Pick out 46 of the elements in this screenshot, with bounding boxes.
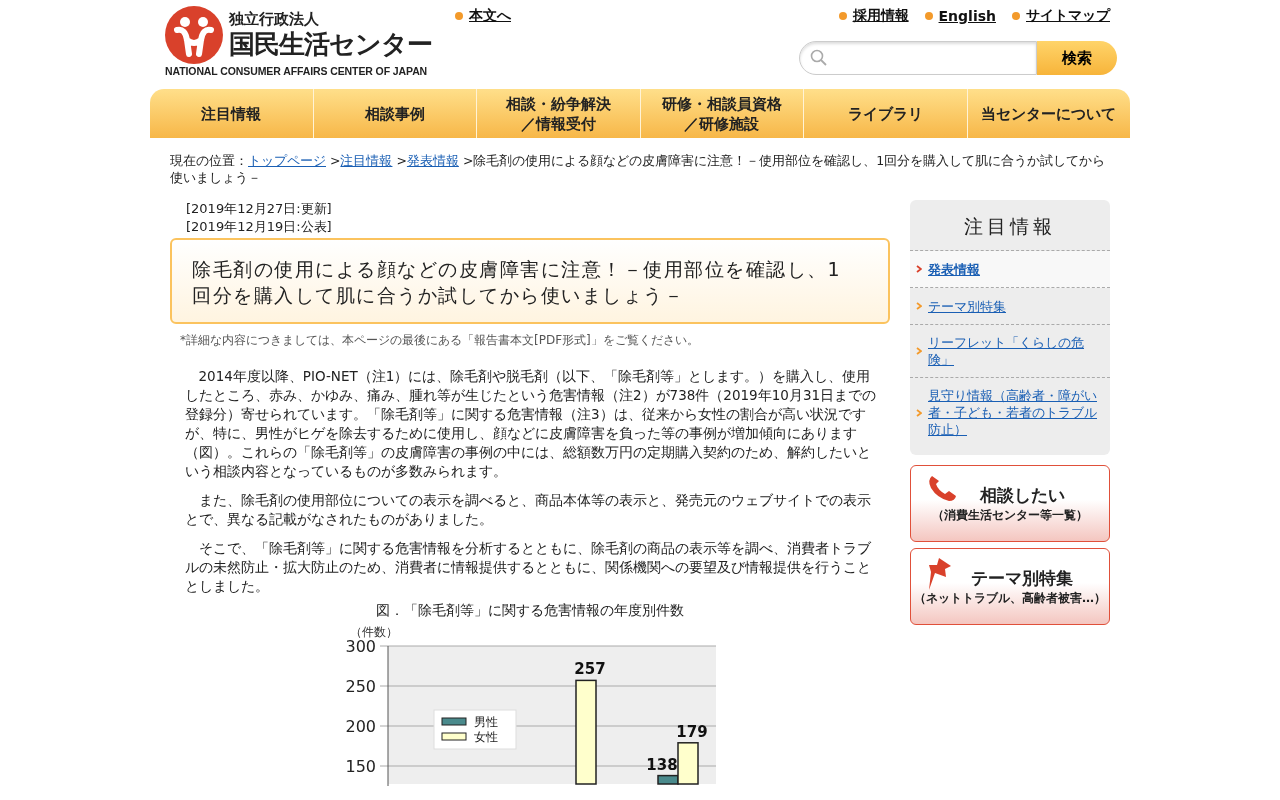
search-icon xyxy=(810,49,828,67)
legend-label: 女性 xyxy=(474,730,498,744)
body-paragraph: そこで、「除毛剤等」に関する危害情報を分析するとともに、除毛剤の商品の表示等を調べ、消費者トラブルの未然防止・拡大防止のため、消費者に情報提供するとともに、関係機関への要望及び情報提供を行うこととしました。 xyxy=(185,539,872,596)
date-label: [2019年12月19日:公表] xyxy=(186,218,333,236)
top-link[interactable]: 採用情報 xyxy=(838,7,909,25)
y-tick-label: 250 xyxy=(345,677,376,696)
breadcrumb: 現在の位置：トップページ >注目情報 >発表情報 >除毛剤の使用による顔などの皮膚障害に注意！－使用部位を確認し、1回分を購入して肌に合うか試してから使いましょう－ xyxy=(170,152,1107,186)
sidebar-link[interactable]: 発表情報 xyxy=(910,251,1110,288)
search-field[interactable] xyxy=(799,41,1037,75)
y-tick-label: 300 xyxy=(345,637,376,656)
banner-link[interactable]: テーマ別特集 （ネットトラブル、高齢者被害…） xyxy=(910,548,1110,625)
y-tick-label: 150 xyxy=(345,757,376,776)
top-link[interactable]: English xyxy=(924,7,996,25)
y-axis-label: （件数） xyxy=(350,625,398,639)
article-title: 除毛剤の使用による顔などの皮膚障害に注意！－使用部位を確認し、1回分を購入して肌に合うか試してから使いましょう－ xyxy=(170,238,890,324)
bar-value-label: 257 xyxy=(574,660,606,679)
chevron-icon xyxy=(916,302,922,310)
legend-label: 男性 xyxy=(474,715,498,729)
breadcrumb-link[interactable]: 注目情報 xyxy=(340,153,393,168)
body-paragraph: 2014年度以降、PIO-NET（注1）には、除毛剤や脱毛剤（以下、「除毛剤等」とします。）を購入し、使用したところ、赤み、かゆみ、痛み、腫れ等が生じたという危害情報（注2）が738件（2019年10月31日までの登録分）寄せられています。「除毛剤等」に関する危害情報（注3）は、従来から女性の割合が高い状況ですが、特に、男性がヒゲを除去するために使用し、顔などに皮膚障害を負った等の事例が増加傾向にあります（図）。これらの「除毛剤等」の皮膚障害の事例の中には、総額数万円の定期購入契約のため、解約したいという相談内容となっているものが多数みられます。 xyxy=(185,367,878,481)
logo-icon xyxy=(165,6,223,64)
chevron-icon xyxy=(916,347,922,355)
sidebar-link[interactable]: リーフレット「くらしの危険」 xyxy=(910,325,1110,378)
date-label: [2019年12月27日:更新] xyxy=(186,200,333,218)
top-link[interactable]: サイトマップ xyxy=(1012,7,1110,25)
sidebar-link[interactable]: テーマ別特集 xyxy=(910,288,1110,325)
search-button[interactable]: 検索 xyxy=(1037,41,1117,75)
bar-value-label: 138 xyxy=(646,755,678,774)
y-tick-label: 200 xyxy=(345,717,376,736)
bar-value-label: 179 xyxy=(676,722,708,741)
org-name: 国民生活センター xyxy=(229,29,432,59)
phone-icon xyxy=(927,474,957,502)
org-type: 独立行政法人 xyxy=(229,10,320,29)
body-paragraph: また、除毛剤の使用部位についての表示を調べると、商品本体等の表示と、発売元のウェブサイトでの表示とで、異なる記載がなされたものがありました。 xyxy=(185,491,872,529)
figure-caption: 図．「除毛剤等」に関する危害情報の年度別件数 xyxy=(375,602,685,620)
org-english-name: NATIONAL CONSUMER AFFAIRS CENTER OF JAPAN xyxy=(165,65,428,77)
banner-link[interactable]: 相談したい （消費生活センター等一覧） xyxy=(910,465,1110,542)
breadcrumb-link[interactable]: 発表情報 xyxy=(406,153,459,168)
sidebar-link[interactable]: 見守り情報（高齢者・障がい者・子ども・若者のトラブル防止） xyxy=(910,378,1110,447)
breadcrumb-link[interactable]: トップページ xyxy=(248,153,326,168)
skip-link[interactable]: 本文へ xyxy=(455,7,511,25)
chevron-icon xyxy=(916,408,922,417)
nav-tab[interactable]: 注目情報 xyxy=(150,89,313,138)
pushpin-icon xyxy=(927,557,953,591)
pdf-note: *詳細な内容につきましては、本ページの最後にある「報告書本文[PDF形式]」をご覧ください。 xyxy=(180,332,700,349)
chevron-icon xyxy=(916,265,922,273)
